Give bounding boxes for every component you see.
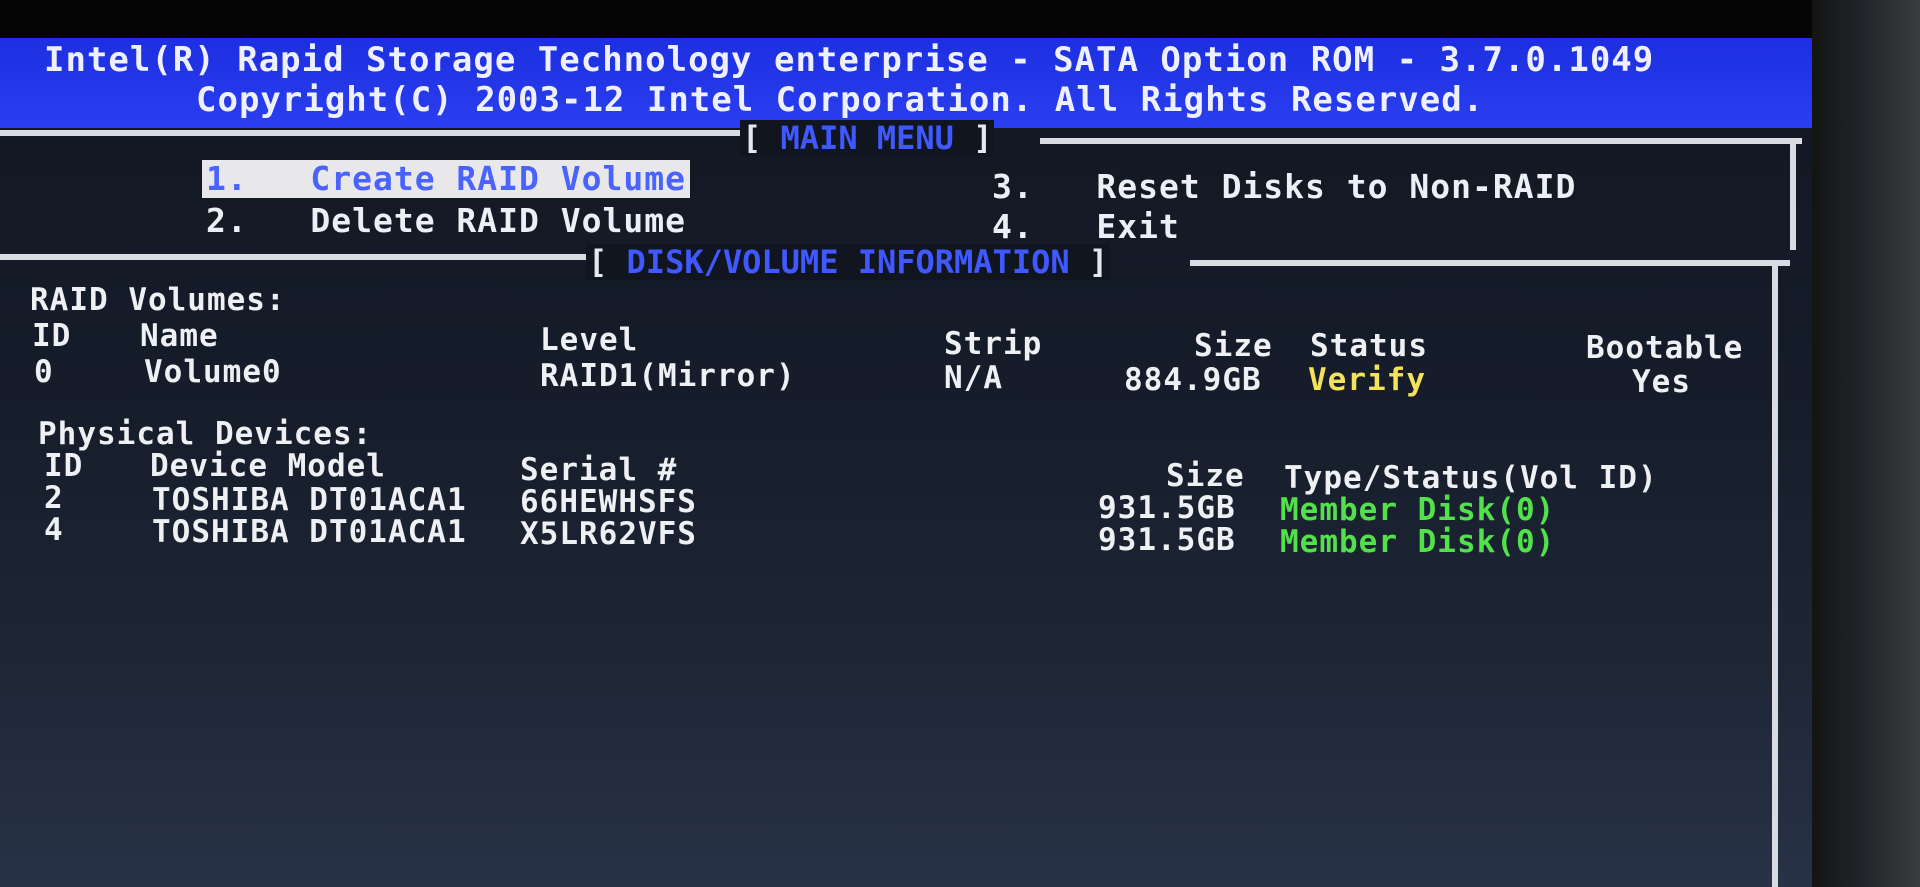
raid-col-bootable: Bootable [1586, 330, 1744, 366]
main-menu-frame-top-left [0, 130, 740, 136]
raid-col-status: Status [1310, 328, 1428, 364]
menu-item-create-raid-volume[interactable]: 1. Create RAID Volume [202, 160, 690, 198]
phys-row-serial: 66HEWHSFS [520, 484, 697, 520]
raid-row-id: 0 [34, 354, 54, 390]
phys-row-model: TOSHIBA DT01ACA1 [152, 482, 467, 518]
phys-row-type-status: Member Disk(0) [1280, 524, 1556, 560]
phys-row-id: 2 [44, 480, 64, 516]
raid-col-strip: Strip [944, 326, 1043, 362]
product-title: Intel(R) Rapid Storage Technology enterp… [44, 40, 1655, 80]
phys-col-model: Device Model [150, 448, 386, 484]
main-menu-frame-right [1790, 144, 1796, 250]
phys-col-size: Size [1166, 458, 1245, 494]
raid-col-size: Size [1194, 328, 1273, 364]
raid-row-size: 884.9GB [1124, 362, 1262, 398]
raid-row-name: Volume0 [144, 354, 282, 390]
raid-col-id: ID [32, 318, 72, 354]
title-bar: Intel(R) Rapid Storage Technology enterp… [0, 38, 1812, 128]
raid-volumes-heading: RAID Volumes: [30, 282, 286, 318]
phys-col-id: ID [44, 448, 84, 484]
phys-col-serial: Serial # [520, 452, 678, 488]
disk-info-frame-right [1772, 266, 1778, 887]
phys-row-size: 931.5GB [1098, 490, 1236, 526]
phys-row-serial: X5LR62VFS [520, 516, 697, 552]
raid-col-level: Level [540, 322, 639, 358]
menu-item-reset-disks[interactable]: 3. Reset Disks to Non-RAID [992, 168, 1576, 206]
phys-row-model: TOSHIBA DT01ACA1 [152, 514, 467, 550]
phys-row-id: 4 [44, 512, 64, 548]
monitor-bezel-top [0, 0, 1920, 42]
raid-col-name: Name [140, 318, 219, 354]
disk-info-frame-top-right [1190, 260, 1790, 266]
physical-devices-heading: Physical Devices: [38, 416, 373, 452]
raid-row-level: RAID1(Mirror) [540, 358, 796, 394]
raid-row-status: Verify [1308, 362, 1426, 398]
copyright-notice: Copyright(C) 2003-12 Intel Corporation. … [196, 80, 1485, 120]
disk-info-frame-top-left [0, 254, 586, 260]
main-menu-title-text: MAIN MENU [780, 119, 954, 157]
raid-row-bootable: Yes [1632, 364, 1691, 400]
raid-row-strip: N/A [944, 360, 1003, 396]
phys-row-type-status: Member Disk(0) [1280, 492, 1556, 528]
disk-info-title: [ DISK/VOLUME INFORMATION ] [586, 243, 1111, 281]
disk-info-title-text: DISK/VOLUME INFORMATION [626, 243, 1070, 281]
main-menu-frame-top-right [1040, 138, 1802, 144]
phys-row-size: 931.5GB [1098, 522, 1236, 558]
phys-col-type-status: Type/Status(Vol ID) [1284, 460, 1658, 496]
menu-item-delete-raid-volume[interactable]: 2. Delete RAID Volume [206, 202, 686, 240]
menu-item-exit[interactable]: 4. Exit [992, 208, 1180, 246]
main-menu-title: [ MAIN MENU ] [740, 119, 995, 157]
monitor-bezel-right [1812, 0, 1920, 887]
bios-screen: Intel(R) Rapid Storage Technology enterp… [0, 38, 1812, 887]
